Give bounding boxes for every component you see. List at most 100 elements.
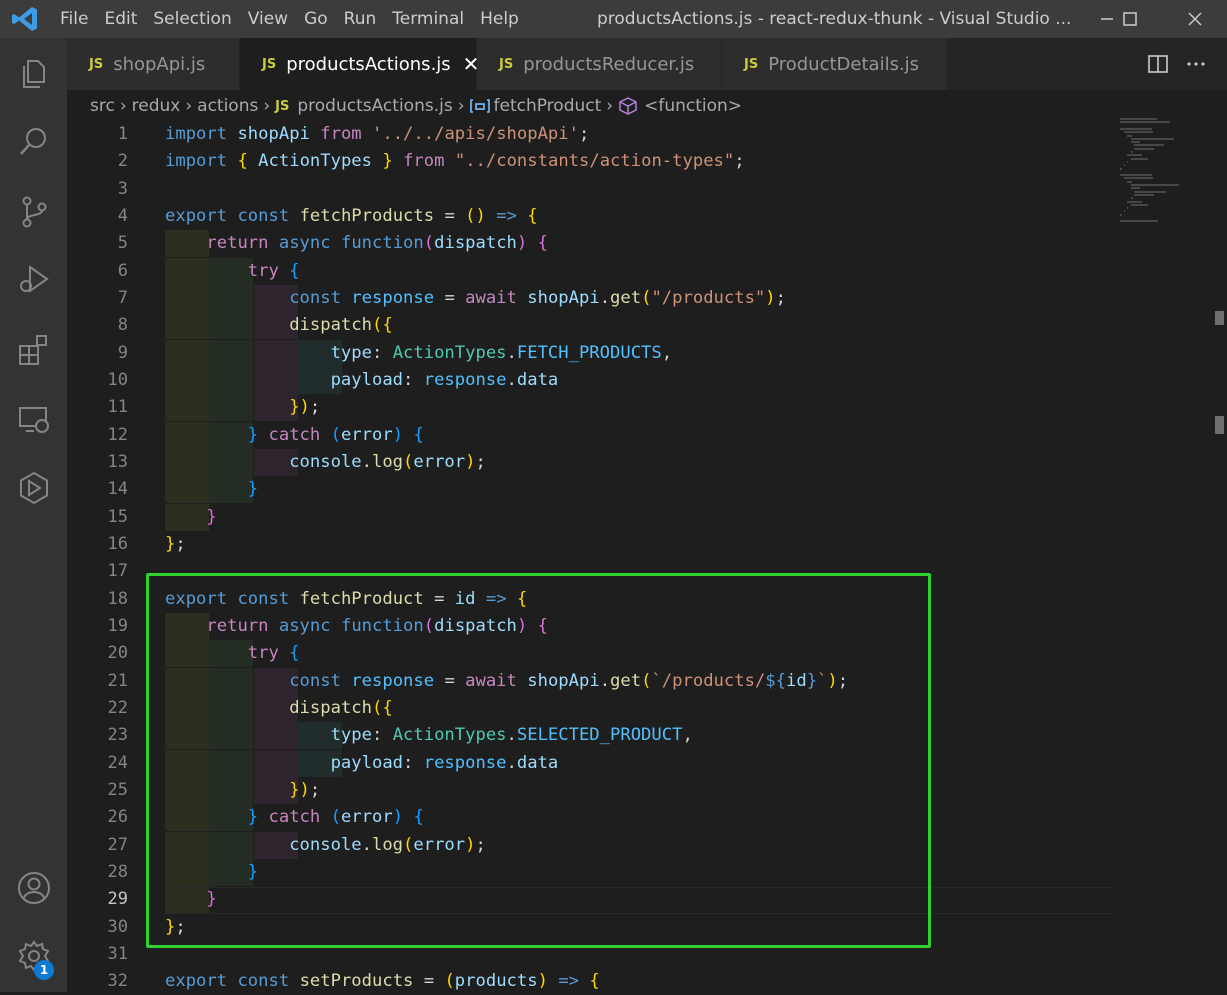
line-number: 25 — [107, 780, 128, 800]
code-line[interactable]: try { — [165, 258, 300, 285]
code-line[interactable]: type: ActionTypes.FETCH_PRODUCTS, — [165, 340, 673, 367]
breadcrumb-file[interactable]: productsActions.js — [297, 96, 452, 116]
maximize-icon — [1123, 12, 1137, 26]
minimap-line — [1134, 144, 1165, 147]
activity-bar: 1 — [0, 38, 67, 992]
settings-button[interactable]: 1 — [0, 928, 67, 984]
code-line[interactable]: return async function(dispatch) { — [165, 230, 548, 257]
search-button[interactable] — [0, 114, 67, 170]
code-line[interactable]: } — [165, 476, 258, 503]
minimap-line — [1120, 213, 1122, 216]
line-number: 30 — [107, 917, 128, 937]
code-line[interactable]: } catch (error) { — [165, 422, 424, 449]
chevron-right-icon: › — [119, 96, 127, 116]
code-line[interactable]: console.log(error); — [165, 449, 486, 476]
menu-terminal[interactable]: Terminal — [384, 0, 472, 38]
menu-file[interactable]: File — [52, 0, 96, 38]
chevron-right-icon: › — [606, 96, 614, 116]
vertical-scrollbar[interactable] — [1212, 118, 1227, 992]
minimap-line — [1130, 141, 1140, 144]
minimap-line — [1130, 197, 1134, 200]
code-token: ({ — [371, 315, 393, 335]
line-number: 26 — [107, 807, 128, 827]
breadcrumb-item[interactable]: redux — [132, 96, 181, 116]
code-token: ) — [465, 452, 476, 472]
menu-run[interactable]: Run — [336, 0, 385, 38]
minimap[interactable] — [1120, 118, 1210, 228]
code-token: shopApi — [527, 288, 600, 308]
breadcrumb-item[interactable]: src — [90, 96, 115, 116]
accounts-button[interactable] — [0, 860, 67, 916]
vscode-logo-icon[interactable] — [10, 4, 40, 34]
minimap-line — [1123, 131, 1154, 134]
minimap-line — [1127, 134, 1132, 137]
code-token: ; — [175, 534, 186, 554]
code-line[interactable]: } — [165, 504, 216, 531]
code-line[interactable]: export const fetchProducts = () => { — [165, 203, 538, 230]
menu-selection[interactable]: Selection — [145, 0, 239, 38]
code-token: const — [237, 206, 290, 226]
split-editor-icon[interactable] — [1147, 53, 1169, 75]
editor-actions — [1147, 38, 1207, 90]
code-line[interactable]: import shopApi from '../../apis/shopApi'… — [165, 121, 589, 148]
more-actions-icon[interactable] — [1185, 53, 1207, 75]
code-token: } — [247, 425, 259, 445]
line-number: 31 — [107, 944, 128, 964]
extensions-button[interactable] — [0, 322, 67, 378]
breadcrumb-symbol[interactable]: fetchProduct — [494, 96, 602, 116]
line-number: 11 — [107, 397, 128, 417]
code-token: response — [351, 288, 435, 308]
line-number: 29 — [107, 889, 128, 909]
explorer-button[interactable] — [0, 46, 67, 102]
line-number: 14 — [107, 479, 128, 499]
close-window-button[interactable] — [1172, 0, 1218, 38]
tab-label: productsActions.js — [286, 53, 451, 75]
run-debug-button[interactable] — [0, 252, 67, 308]
tab-productsreducer[interactable]: JS productsReducer.js — [477, 38, 722, 90]
symbol-variable-icon — [469, 99, 490, 113]
menu-view[interactable]: View — [240, 0, 296, 38]
minimap-line — [1123, 177, 1154, 180]
code-line[interactable]: }; — [165, 531, 186, 558]
code-line[interactable]: import { ActionTypes } from "../constant… — [165, 148, 745, 175]
line-number: 20 — [107, 643, 128, 663]
line-number: 15 — [107, 507, 128, 527]
breadcrumb-item[interactable]: actions — [197, 96, 258, 116]
maximize-button[interactable] — [1107, 0, 1153, 38]
tab-productdetails[interactable]: JS ProductDetails.js — [722, 38, 947, 90]
line-number: 2 — [117, 151, 128, 171]
code-line[interactable]: payload: response.data — [165, 367, 559, 394]
code-line[interactable]: export const setProducts = (products) =>… — [165, 968, 600, 995]
minimap-line — [1127, 200, 1143, 203]
menu-help[interactable]: Help — [472, 0, 527, 38]
tab-shopapi[interactable]: JS shopApi.js — [67, 38, 240, 90]
tab-productsactions[interactable]: JS productsActions.js ✕ — [240, 38, 479, 90]
menu-edit[interactable]: Edit — [96, 0, 145, 38]
line-number: 24 — [107, 753, 128, 773]
code-line[interactable]: }); — [165, 394, 320, 421]
code-token: : — [371, 343, 393, 363]
breadcrumb-function[interactable]: <function> — [644, 96, 742, 116]
code-token: await — [465, 288, 517, 308]
docker-button[interactable] — [0, 460, 67, 516]
code-line[interactable]: const response = await shopApi.get("/pro… — [165, 285, 786, 312]
code-line[interactable]: dispatch({ — [165, 312, 393, 339]
source-control-button[interactable] — [0, 184, 67, 240]
window-title: productsActions.js - react-redux-thunk -… — [597, 9, 1072, 29]
remote-explorer-button[interactable] — [0, 392, 67, 448]
menu-go[interactable]: Go — [296, 0, 336, 38]
